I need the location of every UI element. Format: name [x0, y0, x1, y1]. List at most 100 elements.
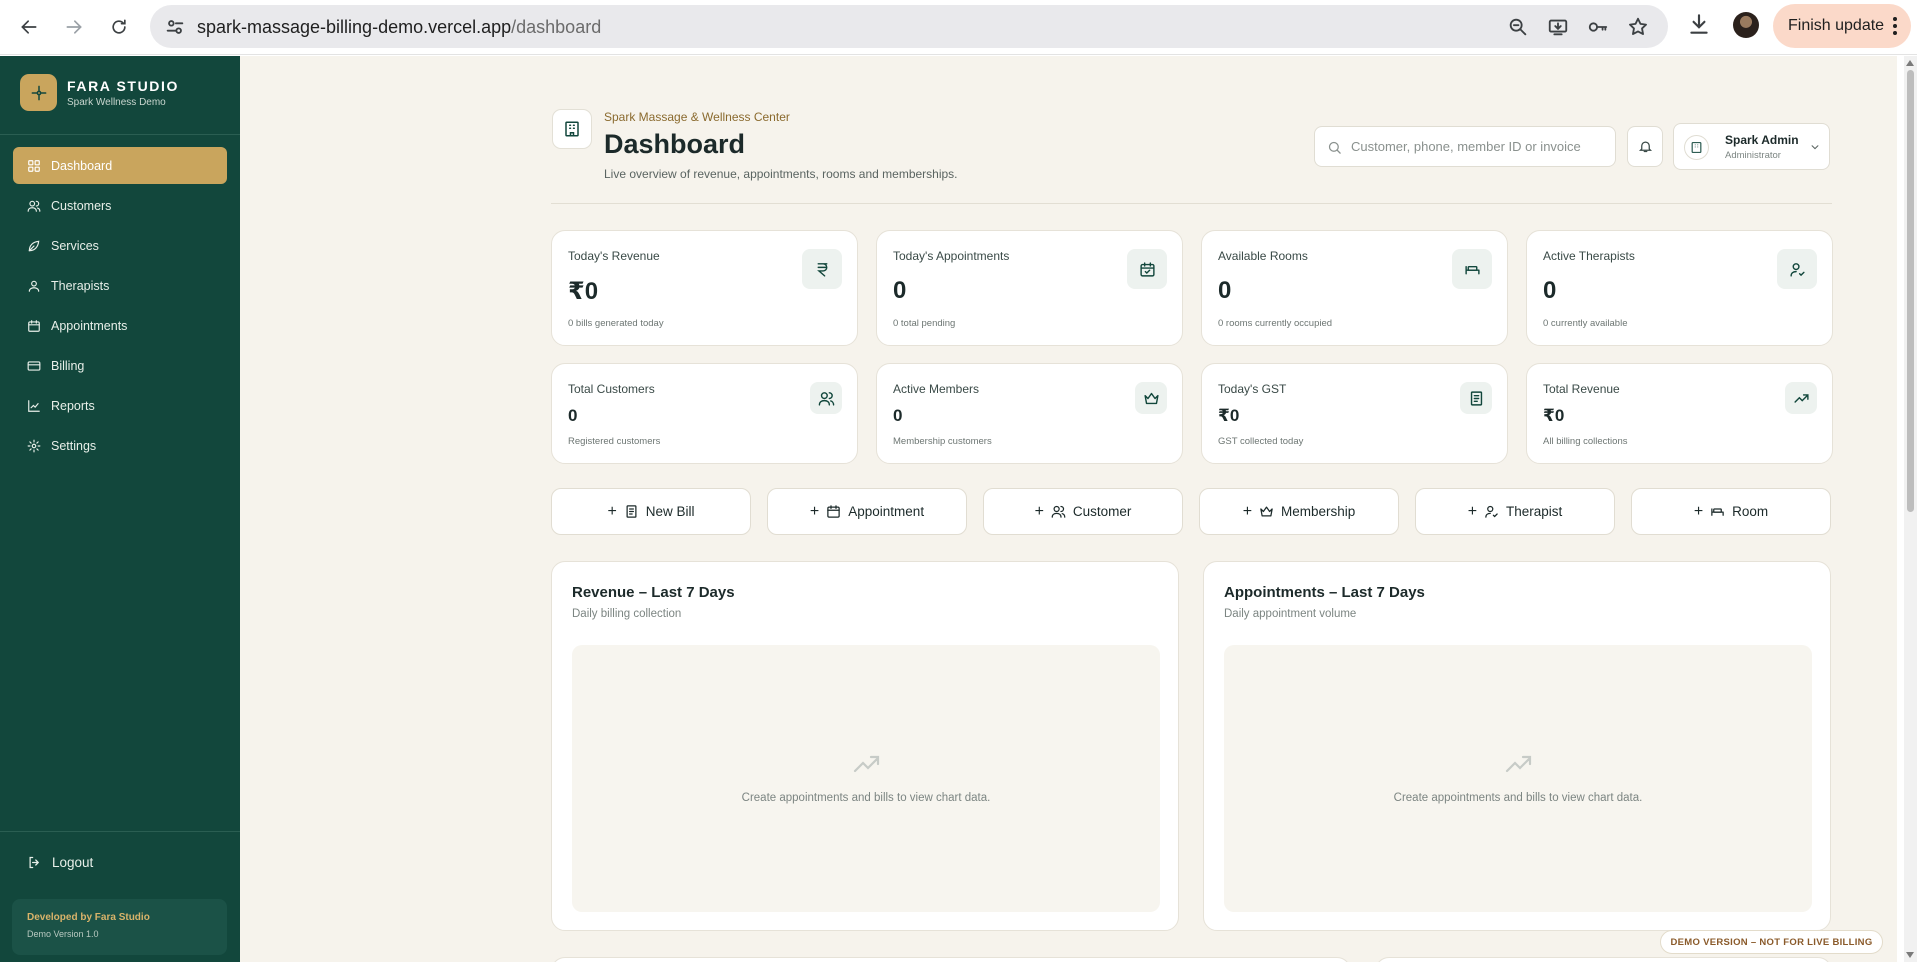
profile-avatar[interactable] — [1733, 12, 1759, 38]
stat-label: Total Revenue — [1543, 382, 1620, 396]
sidebar-item-customers[interactable]: Customers — [13, 187, 227, 224]
stat-value: ₹0 — [568, 278, 599, 305]
calendar-icon — [826, 504, 841, 519]
chart-subtitle: Daily appointment volume — [1224, 608, 1357, 620]
finish-update-label: Finish update — [1788, 17, 1885, 34]
stat-value: 0 — [568, 406, 578, 425]
stat-value: 0 — [893, 406, 903, 425]
sidebar-item-dashboard[interactable]: Dashboard — [13, 147, 227, 184]
sidebar-item-billing[interactable]: Billing — [13, 347, 227, 384]
sidebar-item-therapists[interactable]: Therapists — [13, 267, 227, 304]
org-name: Spark Massage & Wellness Center — [604, 110, 790, 124]
stat-card-available-rooms: Available Rooms 0 0 rooms currently occu… — [1201, 230, 1508, 346]
download-icon[interactable] — [1686, 11, 1712, 37]
next-section-card — [551, 957, 1351, 962]
bookmark-star-icon[interactable] — [1627, 16, 1649, 38]
search-input[interactable] — [1351, 139, 1601, 154]
back-button[interactable] — [14, 12, 44, 42]
quick-action-label: Therapist — [1506, 504, 1563, 519]
main-content: Spark Massage & Wellness Center Dashboar… — [240, 56, 1897, 962]
scroll-up-arrow[interactable] — [1906, 60, 1914, 66]
notifications-button[interactable] — [1627, 126, 1663, 167]
chart-title: Revenue – Last 7 Days — [572, 584, 735, 601]
quick-action-label: Appointment — [848, 504, 925, 519]
stat-label: Available Rooms — [1218, 249, 1308, 263]
stat-value: ₹0 — [1218, 406, 1240, 425]
site-settings-icon[interactable] — [164, 16, 186, 38]
gear-icon — [27, 439, 41, 453]
stat-sub: All billing collections — [1543, 436, 1628, 447]
zoom-icon[interactable] — [1507, 16, 1529, 38]
reload-button[interactable] — [104, 12, 134, 42]
building-icon — [1684, 135, 1709, 160]
stat-label: Today's Revenue — [568, 249, 660, 263]
quick-action-label: Room — [1732, 504, 1769, 519]
user-role: Administrator — [1725, 150, 1781, 161]
finish-update-button[interactable]: Finish update — [1773, 4, 1911, 48]
password-key-icon[interactable] — [1587, 16, 1609, 38]
header-divider — [551, 203, 1832, 204]
plus-icon: + — [1693, 502, 1704, 520]
scroll-down-arrow[interactable] — [1906, 952, 1914, 958]
stat-value: 0 — [1218, 277, 1232, 304]
appointments-chart-card: Appointments – Last 7 Days Daily appoint… — [1203, 561, 1831, 931]
stat-card-active-members: Active Members 0 Membership customers — [876, 363, 1183, 464]
sidebar-item-label: Therapists — [51, 278, 110, 293]
reload-icon — [112, 19, 126, 34]
next-section-card — [1375, 957, 1832, 962]
calendar-icon — [27, 319, 41, 333]
sidebar-item-label: Billing — [51, 358, 85, 373]
new-therapist-button[interactable]: + Therapist — [1415, 488, 1615, 535]
sidebar-item-reports[interactable]: Reports — [13, 387, 227, 424]
search-icon — [1328, 141, 1341, 154]
sidebar-divider — [0, 134, 240, 135]
page-scrollbar[interactable] — [1904, 56, 1917, 962]
chart-empty-text: Create appointments and bills to view ch… — [741, 792, 991, 804]
install-app-icon[interactable] — [1547, 16, 1569, 38]
scrollbar-thumb[interactable] — [1907, 70, 1914, 512]
new-bill-button[interactable]: + New Bill — [551, 488, 751, 535]
plus-icon: + — [1034, 502, 1044, 520]
sidebar-menu: Dashboard Customers Services Therapists … — [13, 147, 227, 467]
new-customer-button[interactable]: + Customer — [983, 488, 1183, 535]
sidebar-item-appointments[interactable]: Appointments — [13, 307, 227, 344]
version-text: Demo Version 1.0 — [27, 929, 99, 939]
developer-credit: Developed by Fara Studio — [27, 912, 150, 923]
sidebar-item-settings[interactable]: Settings — [13, 427, 227, 464]
new-room-button[interactable]: + Room — [1631, 488, 1831, 535]
stat-sub: Registered customers — [568, 436, 661, 447]
plus-icon: + — [809, 502, 820, 520]
sidebar-item-services[interactable]: Services — [13, 227, 227, 264]
stat-card-todays-gst: Today's GST ₹0 GST collected today — [1201, 363, 1508, 464]
stat-sub: Membership customers — [893, 436, 992, 447]
url-text: spark-massage-billing-demo.vercel.app/da… — [197, 17, 602, 37]
plus-icon: + — [1242, 502, 1253, 520]
stat-label: Today's Appointments — [893, 249, 1010, 263]
users-icon — [1051, 504, 1066, 519]
stat-card-todays-appointments: Today's Appointments 0 0 total pending — [876, 230, 1183, 346]
bed-icon — [1710, 504, 1725, 519]
stat-label: Today's GST — [1218, 382, 1287, 396]
quick-action-label: Membership — [1281, 504, 1356, 519]
new-membership-button[interactable]: + Membership — [1199, 488, 1399, 535]
grid-icon — [27, 159, 41, 173]
card-icon — [27, 359, 41, 373]
plus-icon: + — [607, 502, 617, 520]
demo-version-badge: DEMO VERSION – NOT FOR LIVE BILLING — [1660, 930, 1883, 954]
forward-button[interactable] — [59, 12, 89, 42]
user-name: Spark Admin — [1725, 133, 1799, 147]
sidebar-divider — [0, 831, 240, 832]
sidebar-item-label: Reports — [51, 398, 95, 413]
trending-up-icon — [853, 755, 880, 773]
new-appointment-button[interactable]: + Appointment — [767, 488, 967, 535]
receipt-icon — [624, 504, 639, 519]
building-icon — [552, 109, 592, 149]
quick-action-label: New Bill — [645, 504, 695, 519]
global-search[interactable] — [1314, 126, 1616, 167]
user-menu[interactable]: Spark Admin Administrator — [1673, 123, 1830, 170]
address-bar[interactable]: spark-massage-billing-demo.vercel.app/da… — [150, 5, 1668, 48]
page-title: Dashboard — [604, 129, 746, 159]
logout-button[interactable]: Logout — [27, 855, 93, 870]
sparkle-logo-icon — [20, 74, 57, 111]
chart-title: Appointments – Last 7 Days — [1224, 584, 1425, 601]
